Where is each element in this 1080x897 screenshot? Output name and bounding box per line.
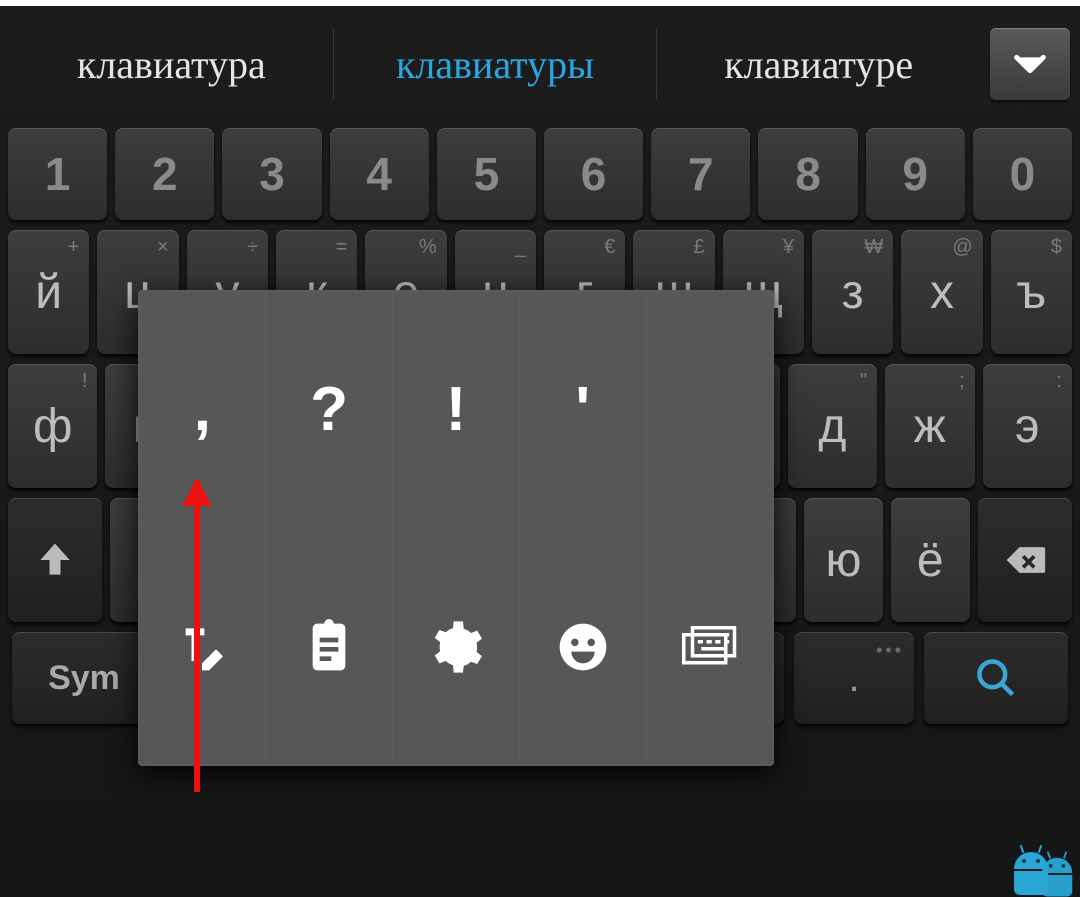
gear-icon (428, 619, 484, 675)
annotation-arrow (194, 480, 200, 792)
shift-key[interactable] (8, 498, 102, 622)
chevron-down-icon (1010, 44, 1050, 84)
period-key[interactable]: ••• . (794, 632, 914, 724)
key-5[interactable]: 5 (437, 128, 536, 220)
popup-clipboard[interactable] (267, 529, 392, 764)
popup-exclaim[interactable]: ! (394, 292, 519, 527)
suggestion-bar: клавиатура клавиатуры клавиатуре (0, 6, 1080, 122)
key-alt-label: ¥ (783, 236, 794, 259)
key-letter[interactable]: "д (788, 364, 877, 488)
search-icon (974, 656, 1018, 700)
suggestion-center[interactable]: клавиатуры (334, 41, 657, 88)
suggestion-left[interactable]: клавиатура (10, 41, 333, 88)
popup-emoji[interactable] (520, 529, 645, 764)
key-alt-label: $ (1051, 236, 1062, 259)
key-3[interactable]: 3 (222, 128, 321, 220)
key-letter[interactable]: ₩з (812, 230, 893, 354)
popup-question[interactable]: ? (267, 292, 392, 527)
key-6[interactable]: 6 (544, 128, 643, 220)
key-0[interactable]: 0 (973, 128, 1072, 220)
key-alt-label: = (336, 236, 348, 259)
backspace-key[interactable] (978, 498, 1072, 622)
keyboard-icon (682, 619, 738, 675)
key-8[interactable]: 8 (758, 128, 857, 220)
symbols-key[interactable]: Sym (12, 632, 156, 724)
key-letter[interactable]: ;ж (885, 364, 974, 488)
emoji-icon (555, 619, 611, 675)
key-1[interactable]: 1 (8, 128, 107, 220)
key-alt-label: ÷ (247, 236, 258, 259)
key-letter[interactable]: $ъ (991, 230, 1072, 354)
key-alt-label: " (860, 370, 867, 393)
popup-apostrophe[interactable]: ' (520, 292, 645, 527)
popup-keyboard-layout[interactable] (647, 529, 772, 764)
key-letter[interactable]: ю (804, 498, 883, 622)
popup-blank (647, 292, 772, 527)
shift-icon (33, 538, 77, 582)
expand-suggestions-button[interactable] (990, 28, 1070, 100)
popup-text-edit[interactable] (140, 529, 265, 764)
key-letter[interactable]: ё (891, 498, 970, 622)
key-alt-label: % (419, 236, 437, 259)
text-edit-icon (174, 619, 230, 675)
key-alt-label: ₩ (864, 236, 883, 259)
number-row: 1 2 3 4 5 6 7 8 9 0 (8, 128, 1072, 220)
key-2[interactable]: 2 (115, 128, 214, 220)
key-alt-label: × (157, 236, 169, 259)
key-letter[interactable]: :э (983, 364, 1072, 488)
key-alt-label: @ (952, 236, 972, 259)
backspace-icon (1003, 538, 1047, 582)
key-alt-label: ! (82, 370, 88, 393)
popup-settings[interactable] (394, 529, 519, 764)
more-dots-icon: ••• (876, 640, 904, 661)
key-alt-label: : (1056, 370, 1062, 393)
key-letter[interactable]: +й (8, 230, 89, 354)
key-letter[interactable]: @х (901, 230, 982, 354)
key-4[interactable]: 4 (330, 128, 429, 220)
key-letter[interactable]: !ф (8, 364, 97, 488)
android-mascot-watermark (1012, 852, 1076, 895)
key-9[interactable]: 9 (866, 128, 965, 220)
key-alt-label: ; (959, 370, 965, 393)
key-alt-label: £ (694, 236, 705, 259)
key-7[interactable]: 7 (651, 128, 750, 220)
suggestion-right[interactable]: клавиатуре (657, 41, 980, 88)
key-alt-label: _ (515, 236, 526, 259)
longpress-popup: , ? ! ' (138, 290, 774, 766)
key-alt-label: + (68, 236, 80, 259)
clipboard-icon (301, 619, 357, 675)
key-alt-label: € (604, 236, 615, 259)
search-key[interactable] (924, 632, 1068, 724)
